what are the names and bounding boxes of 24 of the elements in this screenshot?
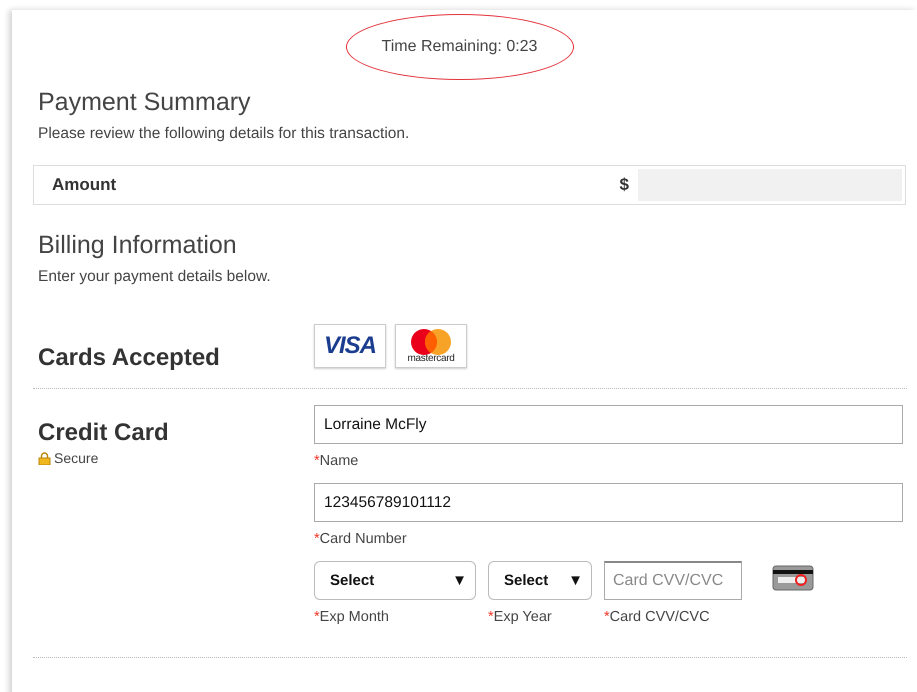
mastercard-text: mastercard	[407, 353, 454, 364]
visa-text: VISA	[324, 332, 376, 360]
cards-accepted-label: Cards Accepted	[38, 344, 221, 372]
field-label: *Exp Year	[488, 609, 553, 625]
field-label: *Name	[314, 453, 360, 469]
amount-label: Amount	[52, 175, 118, 195]
dropdown-select[interactable]: Select ▼	[314, 561, 476, 600]
text-input[interactable]: 123456789101112	[314, 483, 903, 522]
section-title: Payment Summary	[38, 88, 252, 117]
lock-icon	[38, 452, 51, 464]
cvv-input[interactable]: Card CVV/CVC	[604, 561, 742, 600]
section-subtitle: Please review the following details for this transaction.	[38, 125, 410, 143]
card-back-icon	[772, 565, 814, 591]
secure-text: Secure	[54, 450, 98, 466]
timer-text: Time Remaining: 0:23	[346, 14, 574, 80]
currency-symbol: $	[620, 175, 629, 195]
section-subtitle: Enter your payment details below.	[38, 268, 272, 286]
dropdown-select[interactable]: Select ▼	[488, 561, 592, 600]
credit-card-label: Credit Card	[38, 419, 170, 447]
field-label: *Exp Month	[314, 609, 390, 625]
field-label: *Card CVV/CVC	[604, 609, 711, 625]
text-input[interactable]: Lorraine McFly	[314, 405, 903, 444]
section-title: Billing Information	[38, 231, 238, 260]
field-label: *Card Number	[314, 531, 408, 547]
